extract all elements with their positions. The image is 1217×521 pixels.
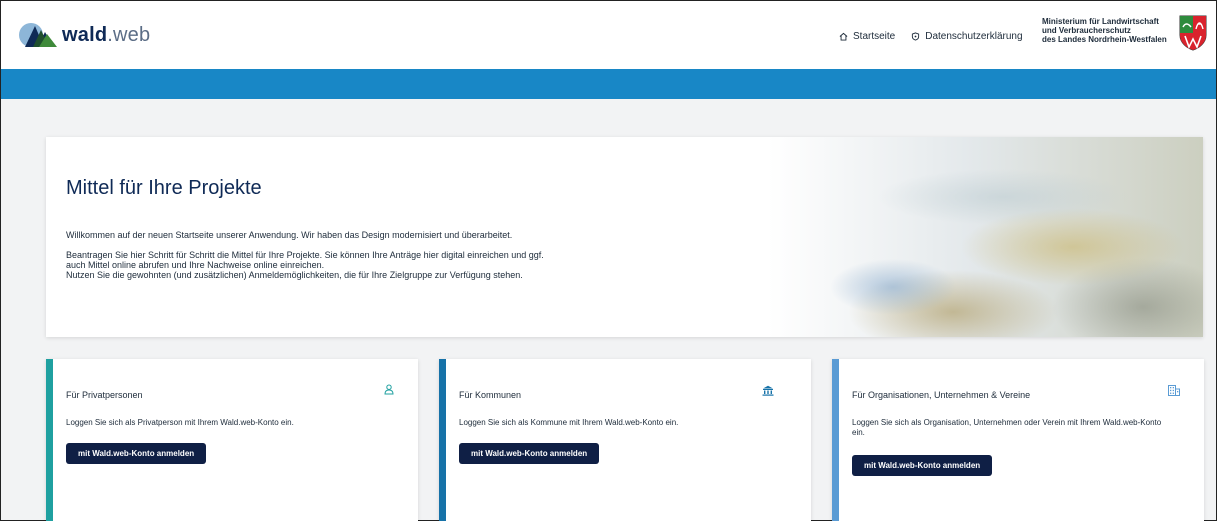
nav-startseite-label: Startseite (853, 31, 896, 42)
ministry-line: des Landes Nordrhein-Westfalen (1042, 35, 1167, 44)
card-accent (832, 359, 839, 521)
login-organisation-button[interactable]: mit Wald.web-Konto anmelden (852, 455, 993, 476)
hero-description-line: Nutzen Sie die gewohnten (und zusätzlich… (66, 270, 523, 280)
card-description: Loggen Sie sich als Organisation, Untern… (852, 418, 1162, 437)
shield-icon (912, 32, 920, 41)
card-description: Loggen Sie sich als Kommune mit Ihrem Wa… (459, 418, 679, 427)
card-accent (46, 359, 53, 521)
nav-datenschutz-label: Datenschutzerklärung (925, 31, 1023, 42)
card-title: Für Kommunen (459, 390, 522, 400)
office-building-icon (1168, 385, 1180, 396)
logo-mark-icon (19, 23, 57, 47)
card-kommunen: Für Kommunen Loggen Sie sich als Kommune… (439, 359, 811, 521)
person-icon (384, 384, 394, 395)
nav-datenschutz[interactable]: Datenschutzerklärung (911, 31, 1023, 42)
ministry-line: Ministerium für Landwirtschaft (1042, 17, 1159, 26)
ministry-name: Ministerium für Landwirtschaft und Verbr… (1042, 17, 1167, 44)
hero-description-line: Beantragen Sie hier Schritt für Schritt … (66, 250, 544, 260)
top-nav: Startseite Datenschutzerklärung (839, 31, 1039, 42)
hero-text: Willkommen auf der neuen Startseite unse… (66, 230, 646, 290)
home-icon (839, 32, 848, 41)
logo-wordmark: wald.web (62, 23, 151, 46)
login-privatperson-button[interactable]: mit Wald.web-Konto anmelden (66, 443, 207, 464)
card-privatpersonen: Für Privatpersonen Loggen Sie sich als P… (46, 359, 418, 521)
hero-title: Mittel für Ihre Projekte (66, 177, 262, 199)
nrw-crest-icon (1179, 15, 1207, 51)
hero-intro: Willkommen auf der neuen Startseite unse… (66, 230, 513, 240)
card-organisationen: Für Organisationen, Unternehmen & Verein… (832, 359, 1204, 521)
card-title: Für Privatpersonen (66, 390, 143, 400)
ministry-line: und Verbraucherschutz (1042, 26, 1131, 35)
login-kommune-button[interactable]: mit Wald.web-Konto anmelden (459, 443, 600, 464)
header: wald.web Startseite Datenschutzerklärung… (1, 1, 1216, 69)
logo[interactable]: wald.web (19, 15, 150, 55)
hero-description-line: auch Mittel online abrufen und Ihre Nach… (66, 260, 325, 270)
municipal-building-icon (762, 385, 774, 396)
nav-startseite[interactable]: Startseite (839, 31, 895, 42)
hero-description: Beantragen Sie hier Schritt für Schritt … (66, 250, 646, 280)
card-description: Loggen Sie sich als Privatperson mit Ihr… (66, 418, 294, 427)
card-accent (439, 359, 446, 521)
hero-section: Mittel für Ihre Projekte Willkommen auf … (46, 137, 1203, 337)
brand-bar (1, 69, 1216, 99)
card-title: Für Organisationen, Unternehmen & Verein… (852, 390, 1031, 400)
